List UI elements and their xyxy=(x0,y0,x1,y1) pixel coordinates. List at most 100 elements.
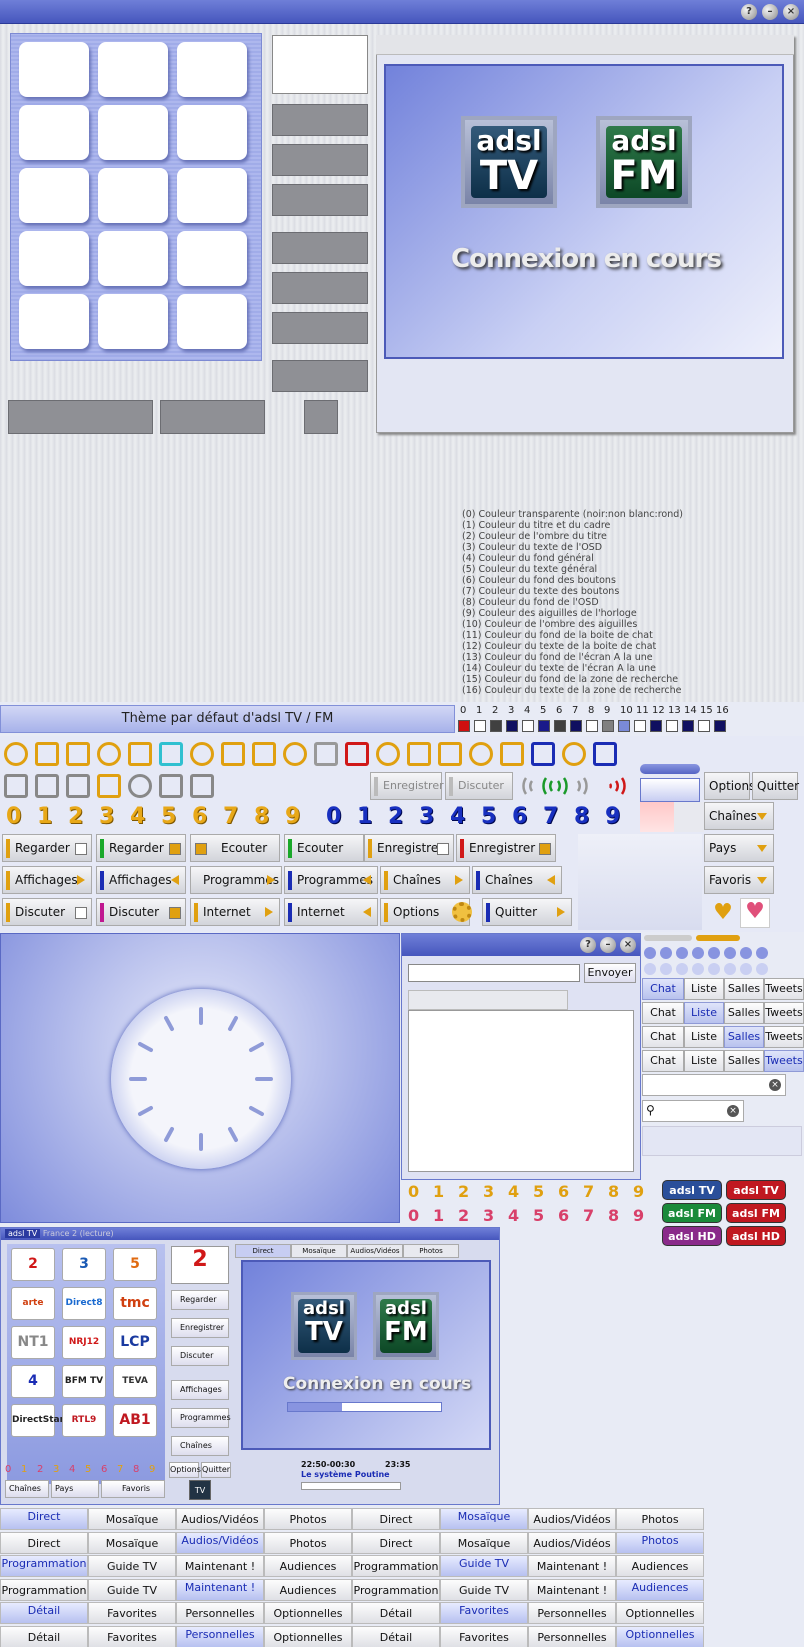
toolbar-icon[interactable] xyxy=(345,742,369,766)
mini-channel-tile[interactable]: NT1 xyxy=(11,1326,55,1359)
mini-channel-tile[interactable]: AB1 xyxy=(113,1404,157,1437)
keypad-digit-pink[interactable]: 4 xyxy=(508,1206,519,1225)
keypad-digit-pink[interactable]: 2 xyxy=(458,1206,469,1225)
side-button[interactable] xyxy=(272,104,368,136)
internet-button[interactable]: Internet xyxy=(190,898,280,926)
digit-button[interactable]: 4 xyxy=(130,804,145,829)
mini-channel-tile[interactable]: DirectStar xyxy=(11,1404,64,1437)
channel-tile[interactable] xyxy=(177,294,247,349)
mini-channel-tile[interactable]: arte xyxy=(11,1287,55,1320)
mini-channel-tile[interactable]: NRJ12 xyxy=(62,1326,106,1359)
toolbar-icon[interactable] xyxy=(190,742,214,766)
nav-tab[interactable]: Audios/Vidéos xyxy=(528,1531,616,1554)
channel-tile[interactable] xyxy=(19,105,89,160)
nav-tab[interactable]: Personnelles xyxy=(528,1625,616,1647)
help-icon[interactable]: ? xyxy=(741,4,757,20)
chaines-button-alt[interactable]: Chaînes xyxy=(472,866,562,894)
channel-tile[interactable] xyxy=(19,231,89,286)
chat-tab-liste[interactable]: Liste xyxy=(684,1050,724,1072)
nav-tab[interactable]: Direct xyxy=(0,1508,88,1530)
nav-tab[interactable]: Guide TV xyxy=(88,1555,176,1577)
toolbar-icon[interactable] xyxy=(190,774,214,798)
nav-tab[interactable]: Guide TV xyxy=(88,1578,176,1601)
brand-button-fm[interactable]: adsl FM xyxy=(662,1203,722,1223)
digit-button[interactable]: 3 xyxy=(99,804,114,829)
channel-tile[interactable] xyxy=(19,42,89,97)
color-swatch[interactable] xyxy=(650,720,662,732)
search-field-2[interactable]: ⚲ × xyxy=(642,1100,744,1122)
brand-button-hd[interactable]: adsl HD xyxy=(662,1226,722,1246)
brand-button-fm-alt[interactable]: adsl FM xyxy=(726,1203,786,1223)
ecouter-button[interactable]: Ecouter xyxy=(190,834,280,862)
brand-button-tv[interactable]: adsl TV xyxy=(662,1180,722,1200)
channel-tile[interactable] xyxy=(177,42,247,97)
chat-tab-chat[interactable]: Chat xyxy=(642,978,684,1000)
chaines-button[interactable]: Chaînes xyxy=(380,866,470,894)
keypad-digit[interactable]: 0 xyxy=(408,1182,419,1201)
mini-digit[interactable]: 8 xyxy=(133,1464,139,1475)
nav-tab[interactable]: Détail xyxy=(0,1602,88,1624)
channel-tile[interactable] xyxy=(177,105,247,160)
channel-tile[interactable] xyxy=(98,105,168,160)
toolbar-icon[interactable] xyxy=(221,742,245,766)
channel-tile[interactable] xyxy=(177,168,247,223)
color-swatch[interactable] xyxy=(506,720,518,732)
options-button[interactable]: Options xyxy=(704,772,755,800)
progress-widget[interactable] xyxy=(640,778,700,802)
color-swatch[interactable] xyxy=(554,720,566,732)
keypad-digit-pink[interactable]: 1 xyxy=(433,1206,444,1225)
gear-icon[interactable] xyxy=(452,902,472,922)
affichages-button-alt[interactable]: Affichages xyxy=(96,866,186,894)
mini-digit[interactable]: 6 xyxy=(101,1464,107,1475)
mini-channel-tile[interactable]: TEVA xyxy=(113,1365,157,1398)
nav-tab[interactable]: Optionnelles xyxy=(264,1625,352,1647)
toolbar-icon[interactable] xyxy=(159,742,183,766)
color-swatch[interactable] xyxy=(586,720,598,732)
nav-tab[interactable]: Favorites xyxy=(88,1625,176,1647)
search-field[interactable]: × xyxy=(642,1074,786,1096)
nav-tab[interactable]: Photos xyxy=(264,1531,352,1554)
toolbar-icon[interactable] xyxy=(97,742,121,766)
mini-digit[interactable]: 7 xyxy=(117,1464,123,1475)
heart-pink-icon[interactable]: ♥ xyxy=(740,898,770,928)
mini-side-button[interactable]: Programmes xyxy=(171,1408,231,1428)
mini-digit[interactable]: 1 xyxy=(21,1464,27,1475)
slider[interactable] xyxy=(644,935,692,941)
enregistrer-button[interactable]: Enregistrer xyxy=(364,834,454,862)
mini-channel-tile[interactable]: 5 xyxy=(113,1248,157,1281)
nav-tab[interactable]: Détail xyxy=(352,1625,440,1647)
nav-tab[interactable]: Audios/Vidéos xyxy=(176,1531,264,1554)
toolbar-icon[interactable] xyxy=(66,742,90,766)
keypad-digit[interactable]: 1 xyxy=(433,1182,444,1201)
keypad-digit[interactable]: 4 xyxy=(508,1182,519,1201)
nav-tab[interactable]: Photos xyxy=(264,1508,352,1530)
channel-tile[interactable] xyxy=(98,231,168,286)
nav-tab[interactable]: Photos xyxy=(616,1531,704,1554)
nav-tab[interactable]: Mosaïque xyxy=(88,1531,176,1554)
nav-tab[interactable]: Optionnelles xyxy=(616,1625,704,1647)
toolbar-icon[interactable] xyxy=(314,742,338,766)
nav-tab[interactable]: Guide TV xyxy=(440,1555,528,1577)
nav-tab[interactable]: Maintenant ! xyxy=(176,1555,264,1577)
nav-tab[interactable]: Maintenant ! xyxy=(176,1578,264,1601)
mini-channel-tile[interactable]: 2 xyxy=(11,1248,55,1281)
mini-chaines-select[interactable]: Chaînes xyxy=(5,1480,49,1498)
digit-button[interactable]: 7 xyxy=(223,804,238,829)
toolbar-icon[interactable] xyxy=(531,742,555,766)
channel-tile[interactable] xyxy=(98,42,168,97)
toolbar-icon[interactable] xyxy=(593,742,617,766)
keypad-digit-pink[interactable]: 5 xyxy=(533,1206,544,1225)
mini-channel-tile[interactable]: 4 xyxy=(11,1365,55,1398)
keypad-digit-pink[interactable]: 8 xyxy=(608,1206,619,1225)
chat-tab-salles[interactable]: Salles xyxy=(724,978,764,1000)
chat-tab-chat[interactable]: Chat xyxy=(642,1002,684,1024)
toolbar-icon[interactable] xyxy=(438,742,462,766)
digit-button[interactable]: 8 xyxy=(254,804,269,829)
nav-tab[interactable]: Mosaïque xyxy=(440,1531,528,1554)
nav-tab[interactable]: Audiences xyxy=(616,1555,704,1577)
nav-tab[interactable]: Audiences xyxy=(264,1555,352,1577)
mini-tab[interactable]: Photos xyxy=(403,1244,459,1258)
clear-icon[interactable]: × xyxy=(769,1079,781,1091)
side-button[interactable] xyxy=(272,312,368,344)
mini-digit[interactable]: 5 xyxy=(85,1464,91,1475)
